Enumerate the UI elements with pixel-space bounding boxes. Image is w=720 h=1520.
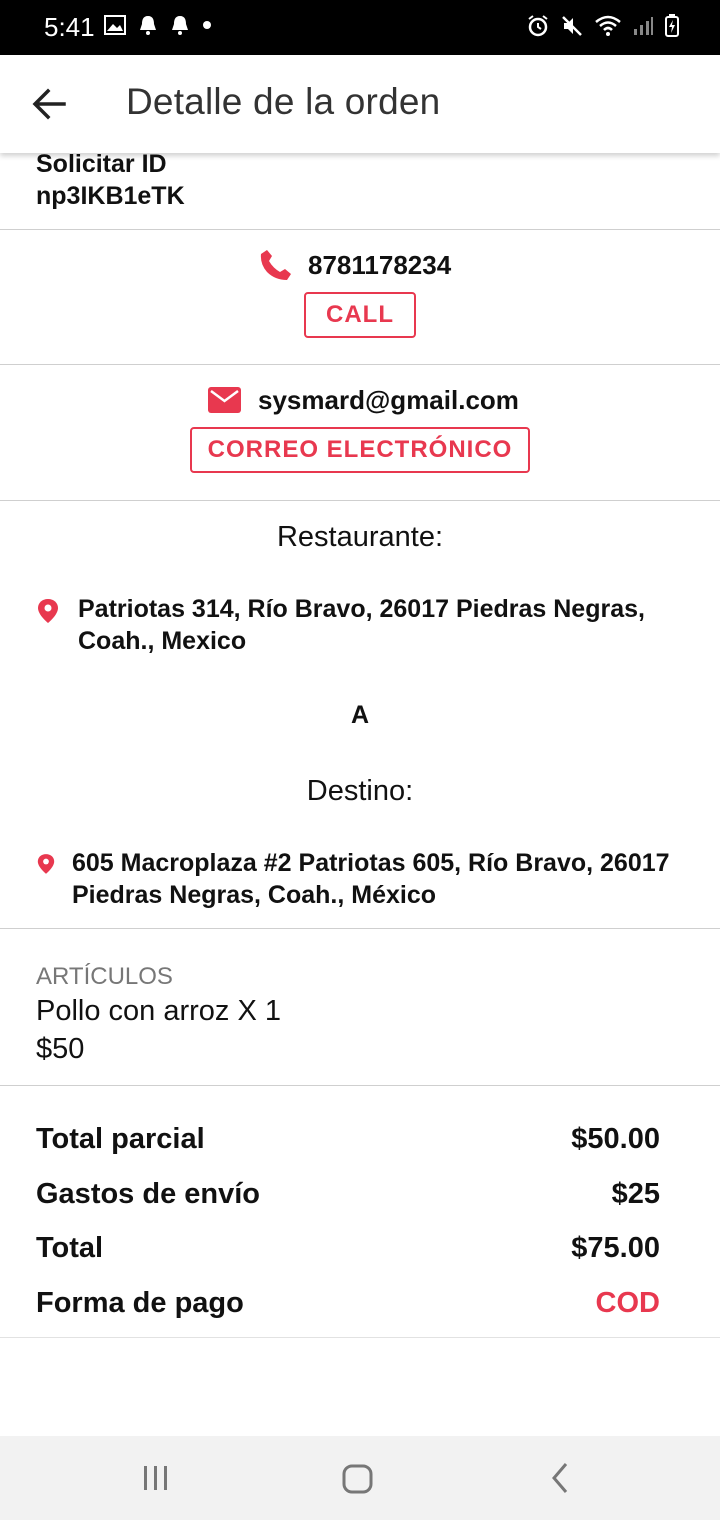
subtotal-value: $50.00: [571, 1123, 660, 1155]
call-button[interactable]: CALL: [304, 292, 416, 338]
items-header: ARTÍCULOS: [36, 963, 173, 990]
payment-label: Forma de pago: [36, 1287, 244, 1319]
items-section: ARTÍCULOS Pollo con arroz X 1 $50: [0, 929, 720, 1085]
total-value: $75.00: [571, 1232, 660, 1264]
alarm-icon: [528, 15, 548, 37]
system-nav-bar: [0, 1436, 720, 1520]
email-button[interactable]: CORREO ELECTRÓNICO: [190, 427, 530, 473]
item-name: Pollo con arroz X 1: [36, 995, 282, 1027]
email-section: sysmard@gmail.com CORREO ELECTRÓNICO: [0, 365, 720, 500]
bell-icon: [140, 16, 156, 35]
phone-number[interactable]: 8781178234: [308, 250, 451, 281]
order-id-value: np3IKB1eTK: [36, 182, 185, 210]
location-pin-icon: [38, 599, 58, 623]
payment-value: COD: [595, 1287, 660, 1319]
mute-icon: [562, 16, 582, 36]
shipping-row: Gastos de envío $25: [36, 1178, 660, 1211]
divider: [0, 1085, 720, 1086]
status-right-icons: [526, 14, 680, 38]
mail-icon: [208, 387, 241, 413]
status-left-icons: [104, 14, 212, 36]
to-label: A: [350, 701, 370, 729]
restaurant-label: Restaurante:: [276, 521, 444, 553]
dot-icon: [203, 21, 211, 29]
subtotal-label: Total parcial: [36, 1123, 205, 1155]
destination-address: 605 Macroplaza #2 Patriotas 605, Río Bra…: [72, 849, 670, 909]
route-section: Restaurante: Patriotas 314, Río Bravo, 2…: [0, 501, 720, 928]
page-title: Detalle de la orden: [126, 81, 441, 122]
order-id-label: Solicitar ID: [36, 150, 167, 178]
shipping-value: $25: [611, 1178, 660, 1210]
order-id-section: Solicitar ID np3IKB1eTK: [0, 146, 720, 230]
status-time: 5:41: [44, 12, 95, 42]
home-icon[interactable]: [341, 1458, 375, 1498]
subtotal-row: Total parcial $50.00: [36, 1123, 660, 1156]
signal-icon: [634, 17, 653, 35]
total-row: Total $75.00: [36, 1232, 660, 1265]
restaurant-address: Patriotas 314, Río Bravo, 26017 Piedras …: [78, 595, 645, 655]
recent-apps-icon[interactable]: [141, 1458, 171, 1498]
email-address[interactable]: sysmard@gmail.com: [258, 385, 519, 416]
app-bar: Detalle de la orden: [0, 55, 720, 153]
phone-icon: [260, 250, 291, 280]
total-label: Total: [36, 1232, 104, 1264]
status-bar: 5:41: [0, 0, 720, 55]
divider: [0, 1337, 720, 1338]
payment-row: Forma de pago COD: [36, 1287, 660, 1320]
item-price: $50: [36, 1033, 85, 1065]
location-pin-icon: [37, 854, 55, 874]
nav-back-icon[interactable]: [548, 1458, 574, 1498]
battery-icon: [665, 14, 679, 37]
destination-label: Destino:: [306, 775, 414, 807]
shipping-label: Gastos de envío: [36, 1178, 261, 1210]
phone-section: 8781178234 CALL: [0, 230, 720, 365]
bell-icon: [172, 16, 188, 35]
gallery-icon: [104, 15, 126, 35]
back-arrow-icon[interactable]: [28, 83, 70, 125]
wifi-icon: [595, 15, 621, 36]
